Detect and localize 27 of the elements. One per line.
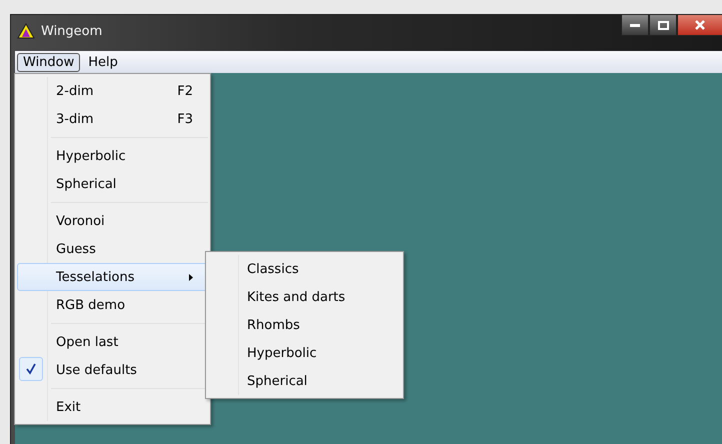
menu-item[interactable]: Spherical [17, 170, 208, 198]
window-title: Wingeom [41, 24, 102, 38]
menu-item[interactable]: Hyperbolic [17, 142, 208, 170]
menu-item[interactable]: 2-dim F2 [17, 77, 208, 105]
menu-item[interactable]: Tesselations [17, 263, 208, 291]
menu-item[interactable]: Open last [17, 328, 208, 356]
menu-item[interactable]: Exit [17, 393, 208, 421]
menu-item[interactable]: RGB demo [17, 291, 208, 319]
menu-item[interactable]: 3-dim F3 [17, 105, 208, 133]
menu-item[interactable]: Use defaults [17, 356, 208, 384]
menu-item[interactable]: Hyperbolic [208, 339, 401, 367]
menu-item[interactable]: Classics [208, 255, 401, 283]
menu-item[interactable]: Rhombs [208, 311, 401, 339]
submenu-arrow-icon [189, 274, 193, 280]
minimize-button[interactable] [621, 15, 649, 36]
maximize-button[interactable] [649, 15, 677, 36]
minimize-icon [630, 24, 640, 26]
menu-item[interactable]: Kites and darts [208, 283, 401, 311]
menu-title[interactable]: Window [17, 52, 80, 72]
maximize-icon [658, 20, 668, 30]
close-icon [695, 20, 705, 30]
menu-item[interactable]: Spherical [208, 367, 401, 395]
menu-item[interactable]: Guess [17, 235, 208, 263]
menu-title[interactable]: Help [82, 52, 124, 72]
close-button[interactable] [677, 15, 722, 36]
triangle-logo-icon [17, 23, 35, 39]
menu-item[interactable]: Voronoi [17, 207, 208, 235]
